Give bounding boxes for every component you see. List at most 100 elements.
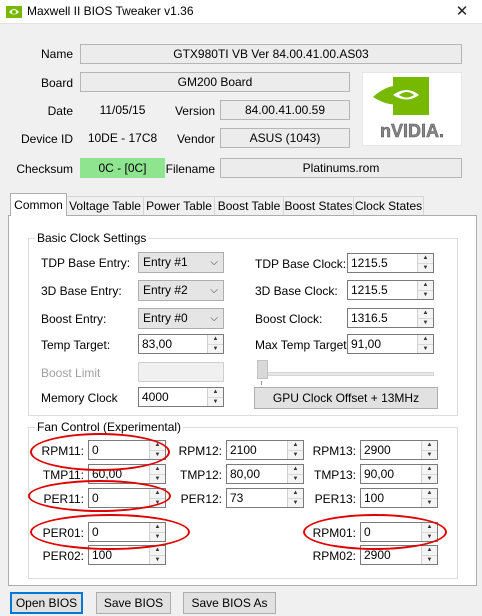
- chevron-down-icon: ⌵: [210, 285, 218, 296]
- checksum-field: 0C - [0C]: [80, 158, 165, 178]
- rpm12-label: RPM12:: [178, 444, 222, 458]
- gpu-offset-slider-track[interactable]: [258, 372, 434, 376]
- tdp-base-entry-select[interactable]: Entry #1 ⌵: [138, 252, 224, 273]
- chevron-down-icon: ⌵: [210, 313, 218, 324]
- tdp-base-entry-label: TDP Base Entry:: [41, 256, 131, 270]
- spin-up-icon: ▲: [150, 546, 165, 555]
- spin-down-icon: ▼: [288, 450, 303, 459]
- spin-up-icon: ▲: [422, 465, 437, 474]
- vendor-label: Vendor: [176, 132, 215, 146]
- logo-wordmark: nVIDIA.: [380, 121, 444, 141]
- tab-boost-states[interactable]: Boost States: [283, 196, 354, 215]
- title-bar[interactable]: Maxwell II BIOS Tweaker v1.36 ✕: [0, 0, 482, 24]
- spin-down-icon: ▼: [418, 290, 433, 299]
- board-label: Board: [40, 76, 73, 90]
- window-title: Maxwell II BIOS Tweaker v1.36: [27, 4, 194, 18]
- device-id-label: Device ID: [20, 132, 73, 146]
- spin-down-icon: ▼: [422, 450, 437, 459]
- chevron-down-icon: ⌵: [210, 257, 218, 268]
- spin-down-icon: ▼: [150, 555, 165, 564]
- per13-spinner[interactable]: 100 ▲ ▼: [360, 488, 438, 508]
- spin-down-icon: ▼: [418, 318, 433, 327]
- spin-up-icon: ▲: [288, 489, 303, 498]
- spin-up-icon: ▲: [150, 465, 165, 474]
- spin-up-icon: ▲: [422, 489, 437, 498]
- tdp-base-clock-spinner[interactable]: 1215.5 ▲ ▼: [347, 253, 434, 273]
- tab-clock-states[interactable]: Clock States: [353, 196, 424, 215]
- spin-up-icon: ▲: [422, 441, 437, 450]
- version-field: 84.00.41.00.59: [220, 100, 350, 120]
- checksum-label: Checksum: [16, 162, 73, 176]
- memory-clock-label: Memory Clock: [41, 391, 118, 405]
- name-field: GTX980TI VB Ver 84.00.41.00.AS03: [80, 44, 462, 64]
- tmp13-spinner[interactable]: 90,00 ▲ ▼: [360, 464, 438, 484]
- per12-spinner[interactable]: 73 ▲ ▼: [226, 488, 304, 508]
- filename-field: Platinums.rom: [220, 158, 462, 178]
- tmp13-label: TMP13:: [313, 468, 356, 482]
- app-icon: [6, 6, 22, 18]
- version-label: Version: [174, 104, 215, 118]
- spin-down-icon: ▼: [288, 474, 303, 483]
- date-label: Date: [47, 104, 73, 118]
- rpm12-spinner[interactable]: 2100 ▲ ▼: [226, 440, 304, 460]
- spin-up-icon: ▲: [418, 254, 433, 263]
- 3d-base-clock-label: 3D Base Clock:: [255, 284, 338, 298]
- filename-label: Filename: [165, 162, 215, 176]
- device-id-field: 10DE - 17C8: [80, 128, 165, 148]
- temp-target-spinner[interactable]: 83,00 ▲ ▼: [138, 334, 224, 354]
- slider-tick: [261, 381, 262, 385]
- spin-up-icon: ▲: [418, 309, 433, 318]
- tab-boost-table[interactable]: Boost Table: [214, 196, 284, 215]
- board-field: GM200 Board: [80, 72, 350, 92]
- spin-up-icon: ▲: [422, 546, 437, 555]
- fan-control-title: Fan Control (Experimental): [35, 420, 184, 434]
- save-bios-as-button[interactable]: Save BIOS As: [183, 592, 276, 614]
- per13-label: PER13:: [314, 492, 356, 506]
- memory-clock-spinner[interactable]: 4000 ▲ ▼: [138, 387, 224, 407]
- spin-down-icon: ▼: [418, 263, 433, 272]
- nvidia-logo: nVIDIA.: [362, 72, 462, 146]
- spin-up-icon: ▲: [288, 441, 303, 450]
- spin-up-icon: ▲: [208, 388, 223, 397]
- tab-common[interactable]: Common: [10, 193, 67, 216]
- spin-up-icon: ▲: [208, 335, 223, 344]
- 3d-base-clock-spinner[interactable]: 1215.5 ▲ ▼: [347, 280, 434, 300]
- rpm13-spinner[interactable]: 2900 ▲ ▼: [360, 440, 438, 460]
- spin-down-icon: ▼: [422, 555, 437, 564]
- gpu-offset-slider-thumb[interactable]: [257, 360, 268, 379]
- 3d-base-entry-label: 3D Base Entry:: [41, 284, 122, 298]
- rpm02-label: RPM02:: [312, 549, 356, 563]
- boost-clock-spinner[interactable]: 1316.5 ▲ ▼: [347, 308, 434, 328]
- red-annotation-circle: [303, 514, 447, 550]
- spin-up-icon: ▲: [418, 335, 433, 344]
- tmp12-spinner[interactable]: 80,00 ▲ ▼: [226, 464, 304, 484]
- spin-down-icon: ▼: [418, 344, 433, 353]
- spin-down-icon: ▼: [208, 397, 223, 406]
- boost-clock-label: Boost Clock:: [255, 312, 323, 326]
- per02-label: PER02:: [42, 549, 84, 563]
- boost-limit-label: Boost Limit: [41, 366, 101, 380]
- tab-voltage-table[interactable]: Voltage Table: [66, 196, 144, 215]
- temp-target-label: Temp Target:: [41, 338, 111, 352]
- vendor-field: ASUS (1043): [220, 128, 350, 148]
- spin-down-icon: ▼: [422, 474, 437, 483]
- tdp-base-clock-label: TDP Base Clock:: [255, 257, 347, 271]
- date-field: 11/05/15: [80, 100, 165, 120]
- nvidia-eye-icon: nVIDIA.: [373, 77, 444, 141]
- close-button[interactable]: ✕: [442, 0, 482, 24]
- max-temp-target-spinner[interactable]: 91,00 ▲ ▼: [347, 334, 434, 354]
- red-annotation-circle: [30, 514, 190, 550]
- spin-up-icon: ▲: [418, 281, 433, 290]
- tmp12-label: TMP12:: [179, 468, 222, 482]
- 3d-base-entry-select[interactable]: Entry #2 ⌵: [138, 280, 224, 301]
- open-bios-button[interactable]: Open BIOS: [10, 592, 83, 614]
- tab-power-table[interactable]: Power Table: [143, 196, 215, 215]
- name-label: Name: [40, 47, 73, 61]
- gpu-clock-offset-button[interactable]: GPU Clock Offset + 13MHz: [254, 387, 438, 409]
- save-bios-button[interactable]: Save BIOS: [96, 592, 171, 614]
- spin-down-icon: ▼: [422, 498, 437, 507]
- spin-down-icon: ▼: [150, 474, 165, 483]
- spin-up-icon: ▲: [288, 465, 303, 474]
- max-temp-target-label: Max Temp Target:: [255, 338, 350, 352]
- boost-entry-select[interactable]: Entry #0 ⌵: [138, 308, 224, 329]
